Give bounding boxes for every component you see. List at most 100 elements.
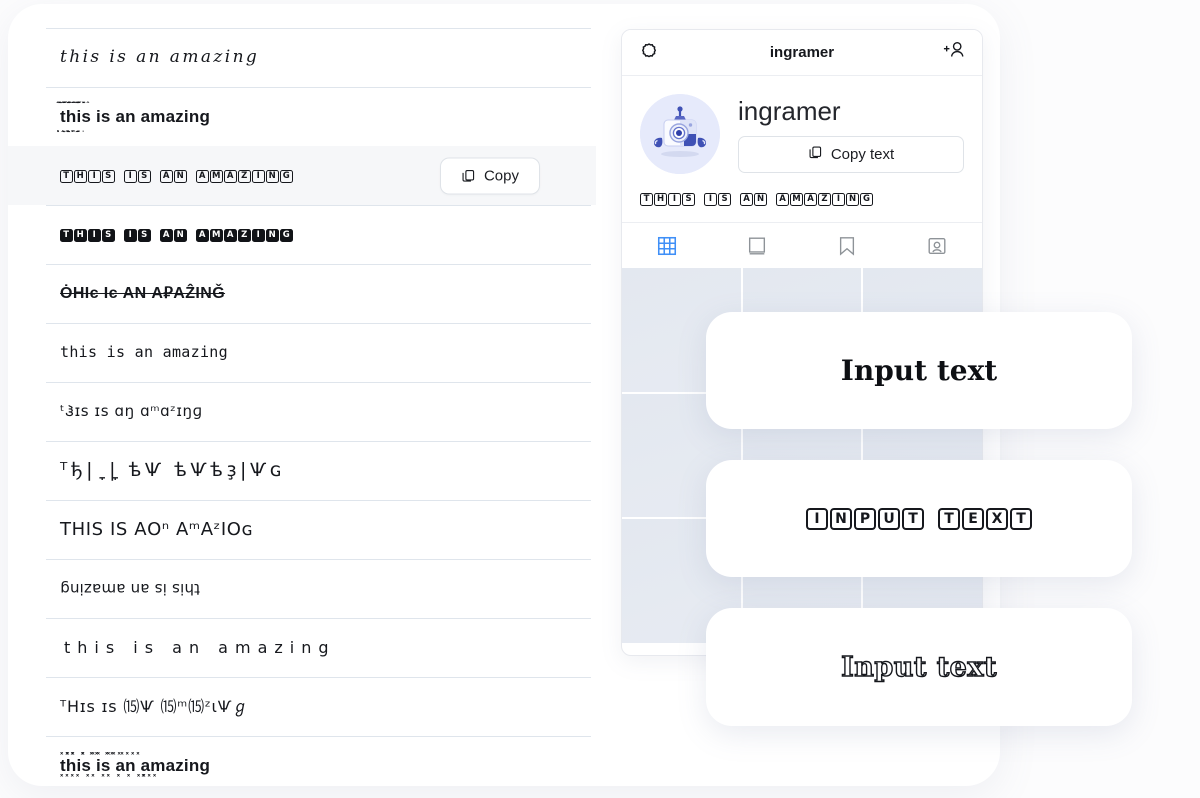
boxed-letter: M xyxy=(210,228,223,242)
font-row-cross-marks[interactable]: ˣˣˣ ˣ ˣˣ ˣˣ ˣˣˣˣ ˣˣ ˣ ˣˣ ˣˣˣ this is an … xyxy=(8,736,596,795)
boxed-letters: THIS IS AN AMAZING xyxy=(60,169,293,183)
font-sample-text: ᵗᲰɪѕ ɪѕ ɑŋ ɑᵐɑᶻɪŋɡ xyxy=(60,402,203,420)
boxed-letter: U xyxy=(878,507,900,530)
boxed-letter: A xyxy=(196,169,209,183)
preview-card-serif[interactable]: Input text xyxy=(706,312,1132,429)
boxed-letter: T xyxy=(60,169,73,183)
boxed-letter: S xyxy=(102,228,115,242)
boxed-letter: G xyxy=(860,192,873,206)
font-sample-text: ȮHΙє Ιє АΝ А⃃АẐΙΝǦ xyxy=(60,284,226,302)
zalgo-base-text: this is an amazing xyxy=(60,107,211,126)
boxed-letter: A xyxy=(160,228,173,242)
preview-card-boxed-letters: INPUT TEXT xyxy=(806,507,1032,530)
font-row-letter-spaced[interactable]: this is an amazing xyxy=(8,618,596,677)
font-sample-text: ТΗΙЅ ΙЅ АОⁿ АᵐАᶻΙОɢ xyxy=(60,518,254,540)
tab-tagged[interactable] xyxy=(892,223,982,268)
boxed-letter: N xyxy=(174,169,187,183)
boxed-letter: S xyxy=(138,228,151,242)
font-row-upside-down[interactable]: this is an amazing xyxy=(8,559,596,618)
font-row-strikethrough[interactable]: ȮHΙє Ιє АΝ А⃃АẐΙΝǦ xyxy=(8,264,596,323)
font-row-runic[interactable]: ᵀђ|ָ |ָ ѣѰ ѣѰѣҙ|Ѱɢ xyxy=(8,441,596,500)
preview-card-outline[interactable]: Input text xyxy=(706,608,1132,726)
boxed-letter: S xyxy=(102,169,115,183)
row-divider xyxy=(46,736,591,737)
copy-icon xyxy=(808,145,823,164)
boxed-letter: H xyxy=(74,228,87,242)
font-row-zalgo[interactable]: ̃̂̆ ̋̌ ̑̆ ̄̅ ̂̋ ̆̃ ̌́ ̆̂ ̋̄ ̃̅̆ ́̌ ̂ ̂̄ … xyxy=(8,87,596,146)
preview-card-text: Input text xyxy=(840,651,997,683)
font-row-box-outline[interactable]: THIS IS AN AMAZING Copy xyxy=(8,146,596,205)
boxed-letter: I xyxy=(88,169,101,183)
boxed-letter: H xyxy=(654,192,667,206)
preview-card-boxed[interactable]: INPUT TEXT xyxy=(706,460,1132,577)
tab-grid[interactable] xyxy=(622,223,712,268)
boxed-letter: N xyxy=(846,192,859,206)
font-row-circled-mixed[interactable]: ᵀHɪѕ ɪѕ ⒂Ѱ ⒂ᵐ⒂ᶻɩѰℊ xyxy=(8,677,596,736)
font-sample-text: ᵀђ|ָ |ָ ѣѰ ѣѰѣҙ|Ѱɢ xyxy=(60,459,286,481)
boxed-letter: E xyxy=(962,507,984,530)
boxed-letter: M xyxy=(790,192,803,206)
boxed-letter: I xyxy=(252,169,265,183)
row-divider xyxy=(46,146,591,147)
boxed-letter: Z xyxy=(238,169,251,183)
copy-button[interactable]: Copy xyxy=(439,157,540,194)
boxed-letter: N xyxy=(266,169,279,183)
profile-section: ingramer Copy text xyxy=(622,76,982,174)
boxed-letter: M xyxy=(210,169,223,183)
row-divider xyxy=(46,500,591,501)
tab-saved[interactable] xyxy=(802,223,892,268)
boxed-letter: Z xyxy=(818,192,831,206)
boxed-letter: N xyxy=(266,228,279,242)
row-divider xyxy=(46,87,591,88)
upside-down-text: this is an amazing xyxy=(60,579,201,598)
boxed-letter: T xyxy=(902,507,924,530)
boxed-letter: G xyxy=(280,169,293,183)
row-divider xyxy=(46,559,591,560)
boxed-letter: A xyxy=(740,192,753,206)
copy-text-button[interactable]: Copy text xyxy=(738,135,964,173)
profile-details: ingramer Copy text xyxy=(738,94,964,174)
boxed-letter: H xyxy=(74,169,87,183)
font-sample-text: ᵀHɪѕ ɪѕ ⒂Ѱ ⒂ᵐ⒂ᶻɩѰℊ xyxy=(60,696,250,716)
row-divider xyxy=(46,205,591,206)
boxed-letter: I xyxy=(252,228,265,242)
font-row-smallcaps[interactable]: ᵗᲰɪѕ ɪѕ ɑŋ ɑᵐɑᶻɪŋɡ xyxy=(8,382,596,441)
add-person-icon[interactable] xyxy=(942,39,966,66)
boxed-letter: N xyxy=(174,228,187,242)
row-divider xyxy=(46,382,591,383)
cross-base-text: this is an amazing xyxy=(60,756,211,775)
boxed-letter: X xyxy=(986,507,1008,530)
font-row-script[interactable]: this is an amazing xyxy=(8,28,596,87)
boxed-letter: A xyxy=(224,228,237,242)
boxed-letter: A xyxy=(196,228,209,242)
boxed-letter: N xyxy=(754,192,767,206)
row-divider xyxy=(46,441,591,442)
boxed-letter: I xyxy=(668,192,681,206)
font-row-rounded-caps[interactable]: ТΗΙЅ ΙЅ АОⁿ АᵐАᶻΙОɢ xyxy=(8,500,596,559)
copy-text-button-label: Copy text xyxy=(830,145,895,163)
boxed-letter: A xyxy=(224,169,237,183)
font-sample-text: ̃̂̆ ̋̌ ̑̆ ̄̅ ̂̋ ̆̃ ̌́ ̆̂ ̋̄ ̃̅̆ ́̌ ̂ ̂̄ … xyxy=(60,102,211,132)
boxed-letter: I xyxy=(124,169,137,183)
app-root: this is an amazing ̃̂̆ ̋̌ ̑̆ ̄̅ ̂̋ ̆̃ ̌́… xyxy=(0,0,1200,798)
copy-button-label: Copy xyxy=(483,167,519,184)
font-sample-text: THIS IS AN AMAZING xyxy=(60,227,293,242)
profile-username: ingramer xyxy=(738,96,841,126)
camera-shutter-icon[interactable] xyxy=(638,39,660,66)
boxed-letter: I xyxy=(124,228,137,242)
boxed-letter: I xyxy=(832,192,845,206)
row-divider xyxy=(46,677,591,678)
camera-robot-avatar xyxy=(640,94,720,174)
boxed-letter: T xyxy=(1010,507,1032,530)
font-sample-text: this is an amazing xyxy=(60,579,201,598)
font-sample-text: this is an amazing xyxy=(60,47,260,67)
profile-tabbar xyxy=(622,222,982,268)
boxed-letter: T xyxy=(60,228,73,242)
row-divider xyxy=(46,28,591,29)
font-style-list: this is an amazing ̃̂̆ ̋̌ ̑̆ ̄̅ ̂̋ ̆̃ ̌́… xyxy=(8,4,596,786)
font-row-box-filled[interactable]: THIS IS AN AMAZING xyxy=(8,205,596,264)
font-sample-text: this is an amazing xyxy=(60,343,228,361)
row-divider xyxy=(46,323,591,324)
tab-reels[interactable] xyxy=(712,223,802,268)
font-row-typewriter[interactable]: this is an amazing xyxy=(8,323,596,382)
